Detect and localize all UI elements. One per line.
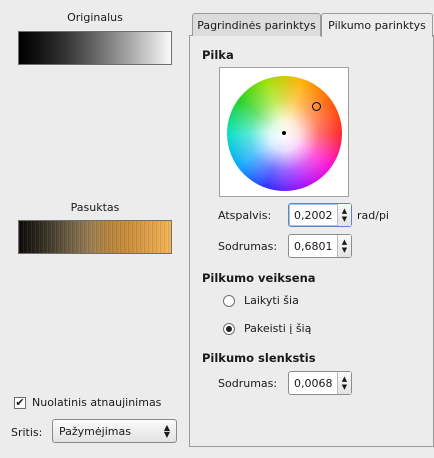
area-select-value: Pažymėjimas [59, 424, 131, 438]
threshold-saturation-spinbox[interactable]: 0,0068 ▲ ▼ [288, 371, 352, 395]
gray-mode-title: Pilkumo veiksena [202, 271, 316, 285]
original-preview-title: Originalus [67, 11, 123, 24]
mode-option-keep-label: Laikyti šia [244, 294, 299, 307]
tab-basic-options[interactable]: Pagrindinės parinktys [192, 13, 321, 36]
threshold-saturation-label: Sodrumas: [218, 377, 278, 390]
wheel-selector-handle[interactable] [312, 102, 321, 111]
rotated-gradient-preview [18, 220, 172, 254]
hue-unit: rad/pi [357, 209, 389, 222]
tab-basic-options-label: Pagrindinės parinktys [197, 18, 316, 32]
radio-keep[interactable] [223, 294, 235, 307]
spin-arrows-icon[interactable]: ▲ ▼ [337, 372, 351, 394]
continuous-update-checkbox[interactable]: ✔ [14, 396, 26, 409]
hue-spinbox[interactable]: 0,2002 ▲ ▼ [288, 203, 352, 227]
hue-value: 0,2002 [294, 208, 333, 222]
threshold-saturation-value: 0,0068 [294, 376, 333, 390]
wheel-center-icon [282, 131, 286, 135]
spin-arrows-icon[interactable]: ▲ ▼ [337, 235, 351, 257]
radio-replace[interactable] [223, 322, 235, 335]
continuous-update-label: Nuolatinis atnaujinimas [32, 396, 162, 409]
saturation-label: Sodrumas: [218, 240, 278, 253]
original-gradient-preview [18, 31, 172, 65]
rotated-preview-title: Pasuktas [70, 201, 120, 214]
continuous-update-toggle[interactable]: ✔ Nuolatinis atnaujinimas [14, 396, 161, 409]
hue-label: Atspalvis: [218, 209, 272, 222]
gray-section-title: Pilka [202, 48, 234, 62]
tab-gray-options[interactable]: Pilkumo parinktys [321, 13, 433, 37]
spin-arrows-icon[interactable]: ▲ ▼ [337, 204, 351, 226]
hue-saturation-wheel[interactable] [227, 76, 342, 191]
area-label: Sritis: [11, 426, 43, 439]
hue-wheel-frame [219, 67, 349, 197]
mode-option-replace[interactable]: Pakeisti į šią [223, 322, 311, 335]
gray-threshold-title: Pilkumo slenkstis [202, 351, 316, 365]
mode-option-replace-label: Pakeisti į šią [244, 322, 312, 335]
select-arrows-icon: ▲ ▼ [163, 423, 170, 439]
area-select[interactable]: Pažymėjimas ▲ ▼ [52, 419, 177, 443]
mode-option-keep[interactable]: Laikyti šia [223, 294, 299, 307]
tab-gray-options-label: Pilkumo parinktys [328, 19, 426, 32]
saturation-spinbox[interactable]: 0,6801 ▲ ▼ [288, 234, 352, 258]
saturation-value: 0,6801 [294, 239, 333, 253]
